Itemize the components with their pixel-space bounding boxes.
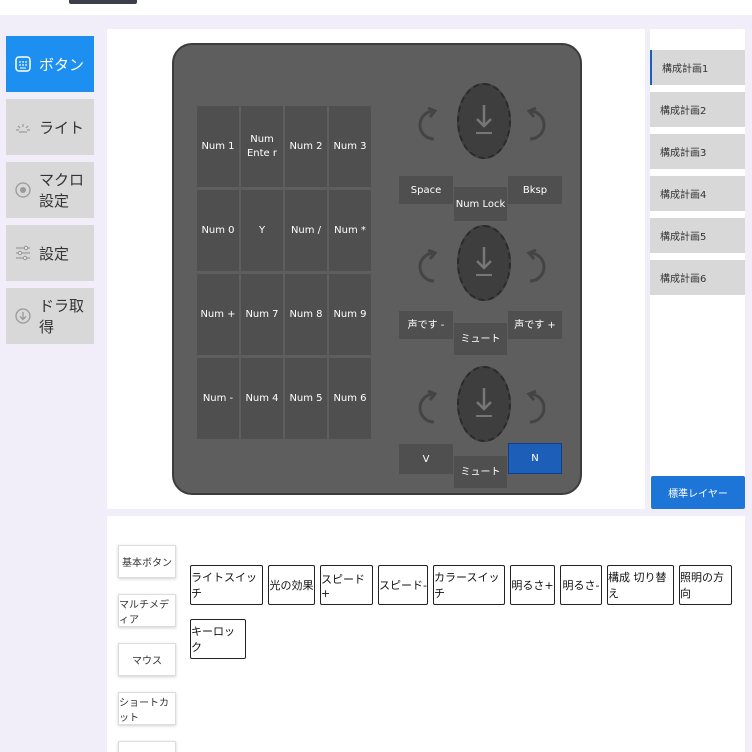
fn-speed-down-button[interactable]: スピード- <box>378 565 428 605</box>
arrow-down-icon <box>476 105 492 134</box>
arrow-down-icon <box>476 388 492 417</box>
key-num-4[interactable]: Num 4 <box>241 358 283 439</box>
knob-1-press-button[interactable]: Num Lock <box>454 187 507 221</box>
fn-key-lock-button[interactable]: キーロック <box>190 619 246 659</box>
profile-item-3[interactable]: 構成計画3 <box>650 134 745 169</box>
arrow-down-icon <box>476 247 492 276</box>
keypad-icon <box>14 55 32 73</box>
knob-1-left-button[interactable]: Space <box>399 176 453 204</box>
key-num-3[interactable]: Num 3 <box>329 106 371 187</box>
profile-item-6[interactable]: 構成計画6 <box>650 260 745 295</box>
key-num-divide[interactable]: Num / <box>285 190 327 271</box>
knob-1-right-button[interactable]: Bksp <box>508 176 562 204</box>
standard-layer-button[interactable]: 標準レイヤー <box>651 476 745 509</box>
macro-icon <box>14 181 32 199</box>
fn-speed-up-button[interactable]: スピード+ <box>320 565 373 605</box>
fn-config-switch-button[interactable]: 構成 切り替え <box>607 565 674 605</box>
category-basic-button[interactable]: 基本ボタン <box>118 545 176 578</box>
key-num-1[interactable]: Num 1 <box>197 106 239 187</box>
knob-3-press-button[interactable]: ミュート <box>454 456 507 488</box>
sidebar-item-driver[interactable]: ドラ取得 <box>6 288 94 344</box>
top-bar <box>0 0 752 15</box>
category-shortcut-button[interactable]: ショートカット <box>118 692 176 725</box>
sidebar-item-settings[interactable]: 設定 <box>6 225 94 281</box>
light-icon <box>14 118 32 136</box>
sliders-icon <box>14 244 32 262</box>
rotate-right-icon <box>526 390 546 424</box>
sidebar-item-macro[interactable]: マクロ設定 <box>6 162 94 218</box>
fn-light-direction-button[interactable]: 照明の方向 <box>679 565 732 605</box>
knob-2-right-button[interactable]: 声です + <box>508 311 562 339</box>
profile-item-2[interactable]: 構成計画2 <box>650 92 745 127</box>
profile-item-1[interactable]: 構成計画1 <box>650 50 745 85</box>
sidebar-item-label: ライト <box>39 118 85 137</box>
knob-2[interactable] <box>457 225 511 301</box>
key-num-9[interactable]: Num 9 <box>329 274 371 355</box>
category-mouse-button[interactable]: マウス <box>118 643 176 676</box>
sidebar-item-label: マクロ設定 <box>39 171 85 210</box>
sidebar-item-label: ドラ取得 <box>39 297 85 336</box>
key-y[interactable]: Y <box>241 190 283 271</box>
sidebar-item-button[interactable]: ボタン <box>6 36 94 92</box>
sidebar-item-label: 設定 <box>39 244 70 263</box>
profile-item-4[interactable]: 構成計画4 <box>650 176 745 211</box>
key-num-7[interactable]: Num 7 <box>241 274 283 355</box>
category-multimedia-button[interactable]: マルチメディア <box>118 594 176 627</box>
rotate-left-icon <box>418 390 438 424</box>
rotate-right-icon <box>526 249 546 283</box>
knob-3-right-button[interactable]: N <box>508 443 562 474</box>
rotate-left-icon <box>418 249 438 283</box>
fn-light-effect-button[interactable]: 光の効果 <box>268 565 315 605</box>
sidebar-item-label: ボタン <box>39 55 85 74</box>
fn-brightness-up-button[interactable]: 明るさ+ <box>510 565 555 605</box>
fn-color-switch-button[interactable]: カラースイッチ <box>433 565 505 605</box>
knob-1[interactable] <box>457 83 511 159</box>
knob-2-press-button[interactable]: ミュート <box>454 323 507 355</box>
knob-3[interactable] <box>457 366 511 442</box>
profile-item-5[interactable]: 構成計画5 <box>650 218 745 253</box>
sidebar-item-light[interactable]: ライト <box>6 99 94 155</box>
key-num-minus[interactable]: Num - <box>197 358 239 439</box>
download-icon <box>14 307 32 325</box>
key-num-plus[interactable]: Num + <box>197 274 239 355</box>
fn-brightness-down-button[interactable]: 明るさ- <box>560 565 602 605</box>
key-num-6[interactable]: Num 6 <box>329 358 371 439</box>
key-num-multiply[interactable]: Num * <box>329 190 371 271</box>
window-tab-indicator[interactable] <box>69 0 137 4</box>
key-num-0[interactable]: Num 0 <box>197 190 239 271</box>
key-num-2[interactable]: Num 2 <box>285 106 327 187</box>
key-num-8[interactable]: Num 8 <box>285 274 327 355</box>
fn-light-switch-button[interactable]: ライトスイッチ <box>190 565 263 605</box>
knob-3-left-button[interactable]: V <box>399 444 453 474</box>
category-more-button[interactable] <box>118 741 176 752</box>
rotate-left-icon <box>418 107 438 141</box>
key-num-enter[interactable]: Num Ente r <box>241 106 283 187</box>
rotate-right-icon <box>526 107 546 141</box>
knob-2-left-button[interactable]: 声です - <box>399 311 453 339</box>
key-num-5[interactable]: Num 5 <box>285 358 327 439</box>
